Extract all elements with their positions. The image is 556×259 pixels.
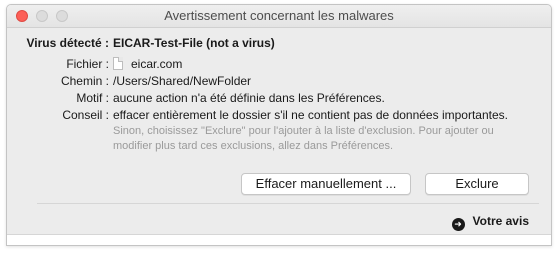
path-value: /Users/Shared/NewFolder <box>113 74 252 88</box>
advice-hint-line-1: Sinon, choisissez "Exclure" pour l'ajout… <box>113 125 494 137</box>
arrow-right-circle-icon: ➜ <box>451 218 465 231</box>
malware-alert-window: Avertissement concernant les malwares Vi… <box>6 4 552 246</box>
title-bar[interactable]: Avertissement concernant les malwares <box>7 5 551 28</box>
exclude-button[interactable]: Exclure <box>425 173 529 195</box>
document-icon <box>113 57 123 70</box>
advice-hint-line-2: modifier plus tard ces exclusions, allez… <box>113 140 394 152</box>
virus-name: EICAR-Test-File (not a virus) <box>113 36 275 50</box>
reason-label: Motif : <box>76 91 109 105</box>
feedback-link[interactable]: ➜ Votre avis <box>451 214 529 231</box>
feedback-label: Votre avis <box>472 214 529 228</box>
window-title: Avertissement concernant les malwares <box>164 8 394 23</box>
virus-label: Virus détecté : <box>26 36 109 50</box>
path-label: Chemin : <box>60 74 109 88</box>
bottom-panel <box>7 234 551 245</box>
reason-value: aucune action n'a été définie dans les P… <box>113 91 385 105</box>
advice-label: Conseil : <box>62 108 109 122</box>
file-value: eicar.com <box>113 57 182 71</box>
file-label: Fichier : <box>66 57 109 71</box>
separator <box>37 203 539 204</box>
advice-value: effacer entièrement le dossier s'il ne c… <box>113 108 508 122</box>
file-name: eicar.com <box>131 57 183 71</box>
delete-manually-button[interactable]: Effacer manuellement ... <box>241 173 411 195</box>
